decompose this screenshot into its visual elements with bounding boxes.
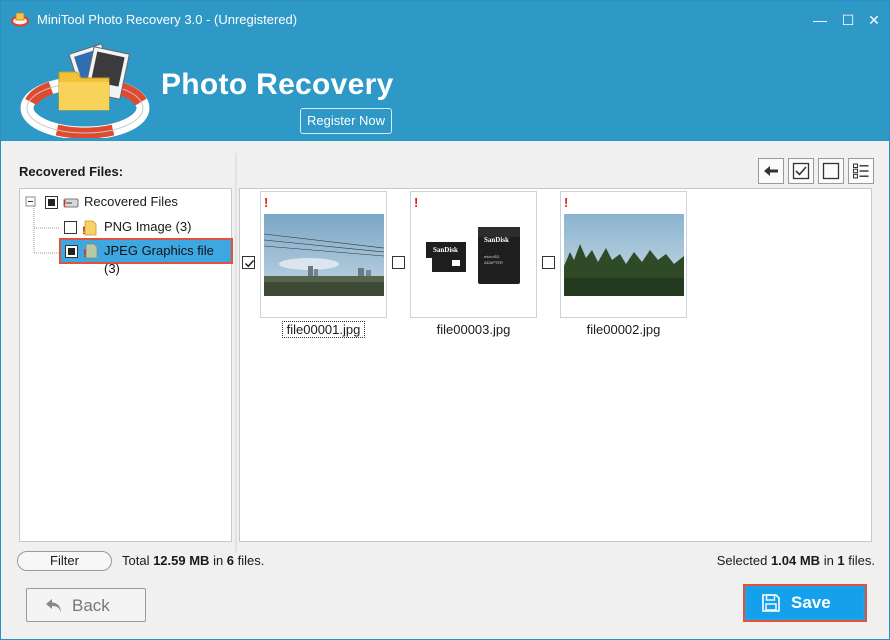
back-button-label: Back xyxy=(72,596,110,615)
filter-button[interactable]: Filter xyxy=(17,551,112,571)
window-title: MiniTool Photo Recovery 3.0 - (Unregiste… xyxy=(37,12,298,27)
file-name[interactable]: file00002.jpg xyxy=(560,322,687,337)
register-now-button[interactable]: Register Now xyxy=(300,108,392,134)
tree-item-label: Recovered Files xyxy=(84,194,178,209)
selected-files-summary: Selected 1.04 MB in 1 files. xyxy=(716,553,875,568)
tree-checkbox[interactable] xyxy=(65,245,78,258)
file-name[interactable]: file00003.jpg xyxy=(410,322,537,337)
back-arrow-button[interactable] xyxy=(758,158,784,184)
back-arrow-icon xyxy=(764,166,778,176)
file-tile[interactable]: ! file00001.jpg xyxy=(242,191,387,341)
drive-icon: ! xyxy=(63,198,79,209)
header-banner: Photo Recovery Register Now xyxy=(1,38,889,141)
warning-icon: ! xyxy=(414,195,419,210)
thumbnail-frame[interactable]: ! SanDisk SanDisk microSD ADAPTER xyxy=(410,191,537,318)
checkmark-icon xyxy=(244,259,255,268)
svg-text:!: ! xyxy=(83,248,87,259)
file-thumbnail-grid: ! file00001.jpg ! SanDisk SanDisk microS… xyxy=(239,188,872,542)
title-bar: MiniTool Photo Recovery 3.0 - (Unregiste… xyxy=(1,1,889,38)
file-name[interactable]: file00001.jpg xyxy=(260,321,387,338)
svg-text:ADAPTER: ADAPTER xyxy=(484,260,503,265)
page-title: Photo Recovery xyxy=(161,68,394,101)
file-warning-icon: ! xyxy=(83,243,98,259)
check-all-icon xyxy=(792,162,810,180)
floppy-disk-icon xyxy=(762,594,780,612)
forest-treeline-thumbnail xyxy=(564,214,684,296)
app-window: MiniTool Photo Recovery 3.0 - (Unregiste… xyxy=(0,0,890,640)
file-checkbox[interactable] xyxy=(392,256,405,269)
sandisk-cards-thumbnail: SanDisk SanDisk microSD ADAPTER xyxy=(414,214,534,296)
warning-icon: ! xyxy=(264,195,269,210)
tree-item-label: JPEG Graphics file (3) xyxy=(104,243,214,276)
file-checkbox[interactable] xyxy=(542,256,555,269)
save-button-label: Save xyxy=(791,593,831,612)
svg-text:microSD: microSD xyxy=(484,254,499,259)
tree-checkbox[interactable] xyxy=(64,221,77,234)
svg-text:SanDisk: SanDisk xyxy=(433,246,458,254)
folder-tree: ! Recovered Files ! PNG Image (3) ! JPEG… xyxy=(19,188,233,542)
thumbnail-frame[interactable]: ! xyxy=(260,191,387,318)
uncheck-all-button[interactable] xyxy=(818,158,844,184)
tree-item-recovered-files[interactable]: ! Recovered Files xyxy=(20,191,231,213)
minimize-button[interactable]: — xyxy=(805,8,835,32)
list-view-button[interactable] xyxy=(848,158,874,184)
city-skyline-thumbnail xyxy=(264,214,384,296)
uncheck-all-icon xyxy=(822,162,840,180)
tree-item-png-image[interactable]: ! PNG Image (3) xyxy=(20,216,231,238)
app-logo-icon xyxy=(11,12,29,27)
lifebuoy-photos-logo xyxy=(20,43,150,138)
file-tile[interactable]: ! SanDisk SanDisk microSD ADAPTER file00… xyxy=(392,191,537,341)
svg-text:!: ! xyxy=(63,199,66,209)
file-checkbox[interactable] xyxy=(242,256,255,269)
tree-item-jpeg-graphics[interactable]: ! JPEG Graphics file (3) xyxy=(59,238,233,276)
svg-text:SanDisk: SanDisk xyxy=(484,236,509,244)
file-tile[interactable]: ! file00002.jpg xyxy=(542,191,687,341)
check-all-button[interactable] xyxy=(788,158,814,184)
total-files-summary: Total 12.59 MB in 6 files. xyxy=(122,553,265,568)
close-button[interactable]: ✕ xyxy=(859,8,889,32)
tree-item-label: PNG Image (3) xyxy=(104,219,192,234)
recovered-files-label: Recovered Files: xyxy=(19,164,124,179)
main-content: Recovered Files: ! Recovered Files ! PNG… xyxy=(1,141,889,639)
panel-divider xyxy=(235,153,237,553)
file-warning-icon: ! xyxy=(82,220,97,236)
save-button[interactable]: Save xyxy=(743,584,867,622)
list-view-icon xyxy=(853,163,869,179)
tree-checkbox[interactable] xyxy=(45,196,58,209)
back-arrow-icon xyxy=(46,599,61,613)
thumbnail-frame[interactable]: ! xyxy=(560,191,687,318)
warning-icon: ! xyxy=(564,195,569,210)
svg-text:!: ! xyxy=(82,225,86,236)
back-button[interactable]: Back xyxy=(26,588,146,622)
